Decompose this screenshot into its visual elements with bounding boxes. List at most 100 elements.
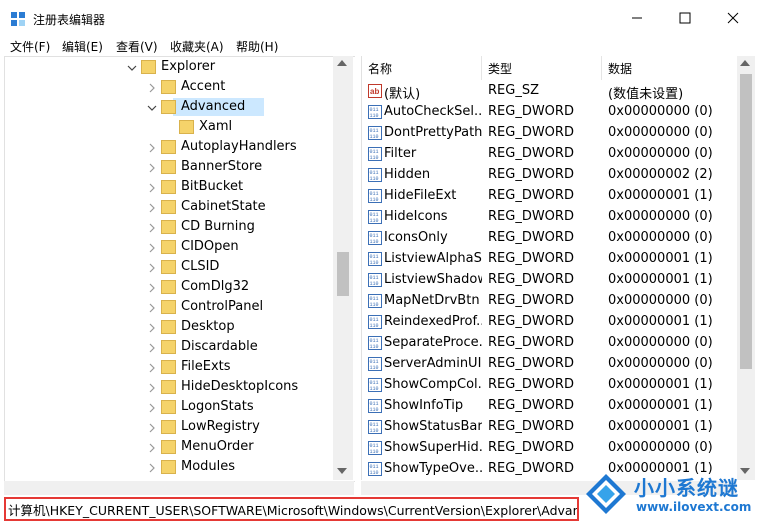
chevron-right-icon[interactable]	[147, 82, 157, 93]
menu-file[interactable]: 文件(F)	[10, 38, 50, 55]
close-button[interactable]	[710, 0, 756, 36]
minimize-button[interactable]	[614, 0, 660, 36]
cell-name: ShowCompCol...	[384, 377, 482, 392]
tree-node-modules[interactable]: Modules	[5, 457, 335, 477]
chevron-right-icon[interactable]	[147, 262, 157, 273]
tree-node-accent[interactable]: Accent	[5, 77, 335, 97]
value-row[interactable]: 011 110 ShowSuperHid... REG_DWORD 0x00000000…	[362, 438, 742, 459]
value-row[interactable]: 011 110 ServerAdminUI REG_DWORD 0x00000000 (…	[362, 354, 742, 375]
tree-node-menuorder[interactable]: MenuOrder	[5, 437, 335, 457]
value-row[interactable]: 011 110 IconsOnly REG_DWORD 0x00000000 (0)	[362, 228, 742, 249]
chevron-right-icon[interactable]	[147, 342, 157, 353]
tree-node-comdlg32[interactable]: ComDlg32	[5, 277, 335, 297]
tree-node-cidopen[interactable]: CIDOpen	[5, 237, 335, 257]
tree-node-cd-burning[interactable]: CD Burning	[5, 217, 335, 237]
chevron-right-icon[interactable]	[147, 362, 157, 373]
value-row[interactable]: 011 110 ShowCompCol... REG_DWORD 0x00000001 …	[362, 375, 742, 396]
chevron-right-icon[interactable]	[147, 402, 157, 413]
value-row[interactable]: 011 110 Filter REG_DWORD 0x00000000 (0)	[362, 144, 742, 165]
chevron-right-icon[interactable]	[147, 182, 157, 193]
tree-node-discardable[interactable]: Discardable	[5, 337, 335, 357]
value-row[interactable]: 011 110 ShowStatusBar REG_DWORD 0x00000001 (…	[362, 417, 742, 438]
value-row[interactable]: 011 110 AutoCheckSel... REG_DWORD 0x00000000…	[362, 102, 742, 123]
tree-node-lowregistry[interactable]: LowRegistry	[5, 417, 335, 437]
menu-edit[interactable]: 编辑(E)	[62, 38, 103, 55]
scroll-down-icon[interactable]	[337, 468, 347, 474]
chevron-right-icon[interactable]	[147, 382, 157, 393]
chevron-right-icon[interactable]	[147, 222, 157, 233]
chevron-right-icon[interactable]	[147, 462, 157, 473]
menu-view[interactable]: 查看(V)	[116, 38, 158, 55]
value-row[interactable]: 011110ListviewAlphaS... REG_DWORD 0x000000…	[362, 249, 742, 270]
tree-node-explorer[interactable]: Explorer	[5, 57, 335, 77]
column-header-name[interactable]: 名称	[362, 56, 482, 80]
cell-type: REG_DWORD	[488, 167, 574, 182]
tree-node-advanced[interactable]: Advanced	[5, 97, 335, 117]
maximize-button[interactable]	[662, 0, 708, 36]
tree-node-controlpanel[interactable]: ControlPanel	[5, 297, 335, 317]
column-header-data[interactable]: 数据	[602, 56, 742, 80]
cell-data: 0x00000000 (0)	[608, 440, 713, 455]
dword-value-icon: 011 110	[368, 378, 382, 392]
menu-help[interactable]: 帮助(H)	[236, 38, 278, 55]
chevron-right-icon[interactable]	[147, 322, 157, 333]
cell-type: REG_DWORD	[488, 209, 574, 224]
chevron-right-icon[interactable]	[147, 302, 157, 313]
tree-node-desktop[interactable]: Desktop	[5, 317, 335, 337]
tree-node-label: Accent	[181, 79, 226, 94]
value-row[interactable]: 011 110 ShowInfoTip REG_DWORD 0x00000001 (1)	[362, 396, 742, 417]
tree-node-logonstats[interactable]: LogonStats	[5, 397, 335, 417]
tree-node-label: AutoplayHandlers	[181, 139, 297, 154]
column-header-type[interactable]: 类型	[482, 56, 602, 80]
dword-value-icon: 011 110	[368, 462, 382, 476]
tree-node-clsid[interactable]: CLSID	[5, 257, 335, 277]
tree-node-fileexts[interactable]: FileExts	[5, 357, 335, 377]
dword-value-icon: 011 110	[368, 210, 382, 224]
list-scroll-thumb[interactable]	[740, 74, 752, 369]
tree-node-bannerstore[interactable]: BannerStore	[5, 157, 335, 177]
value-row[interactable]: 011 110 HideIcons REG_DWORD 0x00000000 (0)	[362, 207, 742, 228]
list-scrollbar[interactable]	[737, 56, 755, 480]
svg-text:110: 110	[370, 281, 379, 287]
value-row[interactable]: ab (默认) REG_SZ (数值未设置)	[362, 81, 742, 102]
chevron-right-icon[interactable]	[147, 282, 157, 293]
folder-icon	[161, 220, 176, 234]
folder-icon	[161, 240, 176, 254]
scroll-up-icon[interactable]	[740, 60, 750, 66]
scroll-up-icon[interactable]	[337, 60, 347, 66]
value-row[interactable]: 011 110 ListviewShadow REG_DWORD 0x00000001 …	[362, 270, 742, 291]
tree-node-cabinetstate[interactable]: CabinetState	[5, 197, 335, 217]
cell-name: Hidden	[384, 167, 431, 182]
value-row[interactable]: 011 110 Hidden REG_DWORD 0x00000002 (2)	[362, 165, 742, 186]
chevron-right-icon[interactable]	[147, 162, 157, 173]
value-row[interactable]: 011 110 ReindexedProf... REG_DWORD 0x0000000…	[362, 312, 742, 333]
chevron-right-icon[interactable]	[147, 242, 157, 253]
tree-node-label: ControlPanel	[181, 299, 264, 314]
folder-icon	[161, 80, 176, 94]
value-row[interactable]: 011 110 MapNetDrvBtn REG_DWORD 0x00000000 (0…	[362, 291, 742, 312]
chevron-right-icon[interactable]	[147, 202, 157, 213]
key-tree[interactable]: Explorer Accent Advanced Xaml AutoplayHandle…	[4, 56, 355, 482]
chevron-down-icon[interactable]	[127, 62, 137, 72]
cell-type: REG_SZ	[488, 83, 539, 98]
tree-node-xaml[interactable]: Xaml	[5, 117, 335, 137]
chevron-right-icon[interactable]	[147, 422, 157, 433]
value-row[interactable]: 011 110 DontPrettyPath REG_DWORD 0x00000000 …	[362, 123, 742, 144]
tree-node-hidedesktopicons[interactable]: HideDesktopIcons	[5, 377, 335, 397]
tree-scroll-thumb[interactable]	[337, 252, 349, 296]
tree-hscrollbar[interactable]	[4, 481, 354, 495]
chevron-right-icon[interactable]	[147, 442, 157, 453]
chevron-right-icon[interactable]	[147, 142, 157, 153]
menu-favorites[interactable]: 收藏夹(A)	[170, 38, 224, 55]
tree-node-autoplayhandlers[interactable]: AutoplayHandlers	[5, 137, 335, 157]
cell-name: ShowTypeOve...	[384, 461, 482, 476]
cell-data: 0x00000001 (1)	[608, 377, 713, 392]
folder-icon	[161, 260, 176, 274]
tree-node-bitbucket[interactable]: BitBucket	[5, 177, 335, 197]
folder-icon	[161, 200, 176, 214]
value-row[interactable]: 011 110 SeparateProce... REG_DWORD 0x0000000…	[362, 333, 742, 354]
tree-scrollbar[interactable]	[333, 56, 353, 480]
tree-node-label: MenuOrder	[181, 439, 254, 454]
value-row[interactable]: 011 110 HideFileExt REG_DWORD 0x00000001 (1)	[362, 186, 742, 207]
chevron-down-icon[interactable]	[147, 102, 157, 112]
